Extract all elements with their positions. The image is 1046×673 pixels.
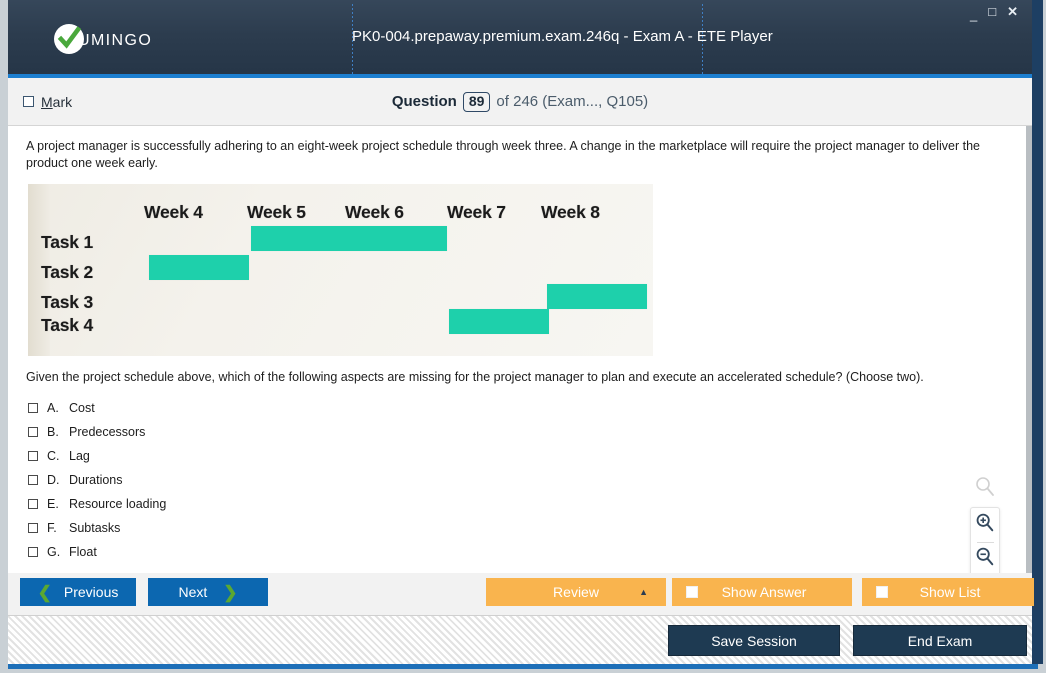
zoom-panel xyxy=(970,507,1000,573)
next-button-label: Next xyxy=(178,584,208,600)
gantt-task-label: Task 4 xyxy=(41,314,93,335)
title-bar: UMINGO PK0-004.prepaway.premium.exam.246… xyxy=(8,0,1032,78)
magnifier-icon xyxy=(974,476,996,503)
window-frame-left xyxy=(0,0,8,673)
show-answer-checkbox[interactable] xyxy=(686,586,698,598)
answer-option-g[interactable]: G. Float xyxy=(28,540,1032,564)
question-content-area: A project manager is successfully adheri… xyxy=(8,126,1032,573)
answer-option-e[interactable]: E. Resource loading xyxy=(28,492,1032,516)
mark-label-accelerator: M xyxy=(41,93,53,110)
gantt-week-label: Week 7 xyxy=(447,201,506,222)
answer-letter-b: B. xyxy=(47,424,59,439)
answer-text-a: Cost xyxy=(69,400,95,415)
gantt-task-label: Task 3 xyxy=(41,291,93,312)
answer-checkbox-d[interactable] xyxy=(28,474,38,485)
question-stem: A project manager is successfully adheri… xyxy=(26,139,981,170)
answer-text-e: Resource loading xyxy=(69,496,167,511)
show-answer-label: Show Answer xyxy=(721,584,807,600)
app-logo: UMINGO xyxy=(54,24,152,54)
zoom-tools xyxy=(970,476,1000,573)
gantt-bar-task-4 xyxy=(449,308,549,334)
previous-button-label: Previous xyxy=(63,584,119,600)
app-logo-text: UMINGO xyxy=(78,31,153,49)
answer-checkbox-a[interactable] xyxy=(28,402,38,413)
chevron-right-icon: ❯ xyxy=(223,582,238,602)
close-icon[interactable]: ✕ xyxy=(1007,5,1018,18)
answer-options-list: A. Cost B. Predecessors C. Lag D. Durati… xyxy=(28,396,1032,564)
answer-letter-d: D. xyxy=(47,472,60,487)
gantt-bar-task-1 xyxy=(251,225,447,251)
gantt-week-label: Week 8 xyxy=(541,201,600,222)
show-list-label: Show List xyxy=(919,584,981,600)
answer-letter-f: F. xyxy=(47,520,57,535)
gantt-task-label: Task 2 xyxy=(41,261,93,282)
save-session-button[interactable]: Save Session xyxy=(668,625,840,656)
question-total-text: of 246 (Exam..., Q105) xyxy=(496,93,649,110)
maximize-icon[interactable]: □ xyxy=(988,5,996,18)
save-session-label: Save Session xyxy=(711,632,797,649)
end-exam-button[interactable]: End Exam xyxy=(853,625,1027,656)
end-exam-label: End Exam xyxy=(907,632,973,649)
answer-letter-a: A. xyxy=(47,400,59,415)
gantt-week-label: Week 4 xyxy=(144,201,203,222)
answer-text-f: Subtasks xyxy=(69,520,121,535)
question-counter: Question 89 of 246 (Exam..., Q105) xyxy=(310,91,730,112)
status-bar: Save Session End Exam xyxy=(8,615,1032,664)
answer-option-d[interactable]: D. Durations xyxy=(28,468,1032,492)
mark-label-rest: ark xyxy=(52,93,73,110)
answer-option-a[interactable]: A. Cost xyxy=(28,396,1032,420)
zoom-in-icon[interactable] xyxy=(975,513,995,538)
window-frame-bottom-accent xyxy=(8,664,1038,669)
zoom-out-icon[interactable] xyxy=(975,547,995,572)
answer-checkbox-b[interactable] xyxy=(28,426,38,437)
question-header-bar: Mark Question 89 of 246 (Exam..., Q105) xyxy=(8,78,1032,126)
chevron-left-icon: ❮ xyxy=(37,582,52,602)
answer-checkbox-c[interactable] xyxy=(28,450,38,461)
question-number-field[interactable]: 89 xyxy=(462,91,491,112)
answer-letter-e: E. xyxy=(47,496,59,511)
navigation-button-bar: ❮ Previous Next ❯ Review ▲ Show Answer S… xyxy=(8,573,1034,615)
window-title: PK0-004.prepaway.premium.exam.246q - Exa… xyxy=(352,28,773,45)
answer-text-d: Durations xyxy=(69,472,123,487)
gantt-week-label: Week 6 xyxy=(345,201,404,222)
window-frame-right xyxy=(1032,0,1046,673)
mark-checkbox-group[interactable]: Mark xyxy=(23,94,72,110)
review-button[interactable]: Review ▲ xyxy=(486,578,666,606)
mark-label: Mark xyxy=(41,94,72,110)
answer-text-b: Predecessors xyxy=(69,424,146,439)
answer-option-f[interactable]: F. Subtasks xyxy=(28,516,1032,540)
answer-text-c: Lag xyxy=(69,448,90,463)
question-followup-text: Given the project schedule above, which … xyxy=(26,369,924,384)
zoom-panel-divider xyxy=(976,542,994,543)
check-circle-icon xyxy=(54,24,84,54)
answer-option-b[interactable]: B. Predecessors xyxy=(28,420,1032,444)
gantt-chart-image: Week 4 Week 5 Week 6 Week 7 Week 8 Task … xyxy=(28,183,653,356)
gantt-week-label: Week 5 xyxy=(247,201,306,222)
show-list-button[interactable]: Show List xyxy=(862,578,1034,606)
window-frame-bottom xyxy=(0,664,1046,673)
window-controls: _ □ ✕ xyxy=(970,5,1018,21)
previous-button[interactable]: ❮ Previous xyxy=(20,578,136,606)
show-list-checkbox[interactable] xyxy=(876,586,888,598)
minimize-icon[interactable]: _ xyxy=(970,8,977,21)
question-word: Question xyxy=(391,93,457,110)
gantt-task-label: Task 1 xyxy=(41,231,93,252)
answer-checkbox-e[interactable] xyxy=(28,498,38,509)
answer-checkbox-g[interactable] xyxy=(28,546,38,557)
answer-option-c[interactable]: C. Lag xyxy=(28,444,1032,468)
answer-letter-g: G. xyxy=(47,544,61,559)
gantt-bar-task-2 xyxy=(149,254,249,280)
answer-letter-c: C. xyxy=(47,448,60,463)
caret-up-icon: ▲ xyxy=(639,586,648,597)
exam-player-window: UMINGO PK0-004.prepaway.premium.exam.246… xyxy=(0,0,1046,673)
next-button[interactable]: Next ❯ xyxy=(148,578,268,606)
show-answer-button[interactable]: Show Answer xyxy=(672,578,852,606)
answer-text-g: Float xyxy=(69,544,97,559)
answer-checkbox-f[interactable] xyxy=(28,522,38,533)
window-frame-right-accent xyxy=(1032,0,1043,664)
gantt-bar-task-3 xyxy=(547,283,647,309)
mark-checkbox[interactable] xyxy=(23,96,34,107)
